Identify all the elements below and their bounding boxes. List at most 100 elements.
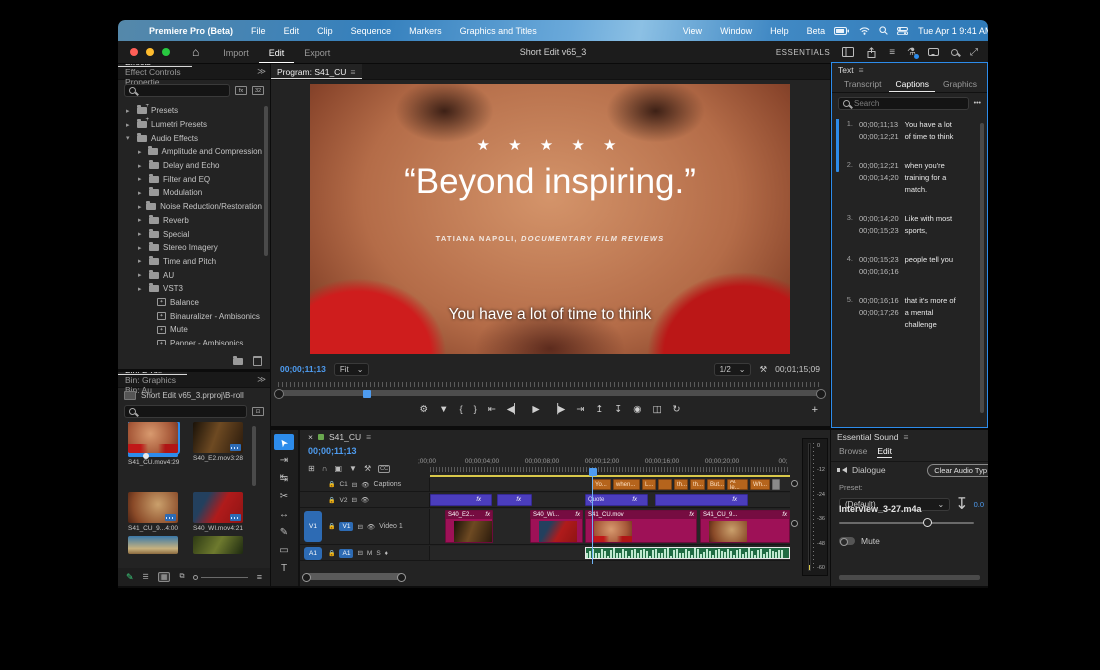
thumbnail-zoom-slider[interactable]	[193, 575, 247, 580]
go-to-out-icon[interactable]: ⇥	[576, 404, 584, 415]
workspaces-label[interactable]: ESSENTIALS	[776, 48, 830, 57]
caption-clip[interactable]: th...	[674, 479, 688, 490]
clip-thumbnail[interactable]	[128, 536, 178, 554]
program-playhead[interactable]	[363, 390, 371, 398]
panel-layout-icon[interactable]	[842, 47, 854, 57]
effects-tree-item[interactable]: ✦ Binauralizer - Ambisonics	[118, 309, 262, 323]
text-subtab[interactable]: S4	[985, 77, 988, 92]
accelerated-effects-icon[interactable]: fx	[235, 86, 247, 95]
timeline-playhead[interactable]	[592, 468, 593, 564]
clip-thumbnail[interactable]	[128, 492, 178, 523]
list-view-icon[interactable]: ☰	[143, 573, 149, 581]
clip-thumbnail[interactable]	[193, 422, 243, 453]
ripple-edit-tool[interactable]: ↹	[274, 470, 294, 486]
effects-search-input[interactable]	[124, 84, 230, 97]
graphic-clip[interactable]: Quotefx	[585, 494, 648, 506]
track-a1-target[interactable]: A1	[339, 549, 353, 558]
track-c1-label[interactable]: C1	[339, 481, 347, 488]
clear-audio-type-button[interactable]: Clear Audio Typ	[927, 464, 988, 477]
sync-icon[interactable]: ⊟	[352, 481, 357, 489]
thirtytwo-bit-icon[interactable]: 32	[252, 86, 264, 95]
caption-clip[interactable]: th...	[690, 479, 705, 490]
track-visibility-icon[interactable]: 👁	[361, 496, 369, 504]
menu-item[interactable]: Premiere Pro (Beta)	[140, 26, 242, 36]
track-v1-target[interactable]: V1	[339, 522, 353, 531]
caption-clip[interactable]	[772, 479, 780, 490]
edit-pencil-icon[interactable]: ✎	[126, 572, 134, 583]
bin-tab[interactable]: Bin: Graphics	[118, 375, 187, 385]
rectangle-tool[interactable]: ▭	[274, 542, 294, 558]
effects-tree-item[interactable]: ▸ Lumetri Presets	[118, 118, 262, 132]
effects-tree-item[interactable]: ▸ Stereo Imagery	[118, 241, 262, 255]
program-scrubber[interactable]	[278, 382, 822, 398]
export-frame-icon[interactable]: ◉	[633, 404, 641, 415]
video-clip[interactable]: S41_CU_9...fx	[700, 510, 790, 543]
captions-search-input[interactable]: Search	[838, 97, 969, 110]
step-back-icon[interactable]: ◀▏	[507, 404, 522, 415]
battery-icon[interactable]	[834, 27, 850, 35]
wifi-icon[interactable]	[859, 27, 870, 35]
menu-item[interactable]: File	[242, 26, 275, 36]
bin-up-icon[interactable]	[124, 391, 136, 400]
close-sequence-icon[interactable]: ×	[308, 432, 313, 442]
tab-overflow-icon[interactable]: ≫	[257, 374, 270, 385]
slip-tool[interactable]: ↔	[274, 506, 294, 522]
control-center-icon[interactable]	[897, 27, 908, 35]
caption-row[interactable]: 4. 00;00;15;23 00;00;16;16 people tell y…	[836, 254, 977, 278]
panel-menu-icon[interactable]: ≡	[859, 65, 864, 75]
menu-item[interactable]: Edit	[275, 26, 309, 36]
captions-settings-icon[interactable]: CC	[378, 465, 390, 473]
fullscreen-icon[interactable]: ⤢	[970, 47, 978, 58]
chat-icon[interactable]	[928, 48, 939, 56]
effects-tree-item[interactable]: ✦ Panner - Ambisonics	[118, 337, 262, 345]
sequence-name[interactable]: S41_CU	[329, 432, 361, 442]
timeline-settings-icon[interactable]: ⚒	[364, 464, 371, 473]
graphic-clip[interactable]: fx	[655, 494, 748, 506]
extract-icon[interactable]: ↧	[614, 404, 622, 415]
effects-tree-item[interactable]: ▸ VST3	[118, 282, 262, 296]
menu-item[interactable]: Sequence	[342, 26, 401, 36]
more-options-icon[interactable]: •••	[974, 100, 981, 107]
timeline-vertical-scrollbar[interactable]	[792, 480, 798, 560]
add-marker-icon[interactable]: ▼	[349, 464, 357, 473]
menubar-clock[interactable]: Tue Apr 1 9:41 AM	[918, 26, 988, 36]
menu-item[interactable]: Markers	[400, 26, 451, 36]
effects-tree-item[interactable]: ▸ Time and Pitch	[118, 255, 262, 269]
source-patch-a1[interactable]: A1	[304, 547, 322, 560]
menu-item[interactable]: Window	[711, 26, 761, 36]
program-tab[interactable]: Program: S41_CU≡	[270, 64, 362, 79]
program-settings-wrench-icon[interactable]: ⚒	[759, 364, 767, 375]
caption-clip[interactable]	[658, 479, 672, 490]
menu-item[interactable]: Clip	[308, 26, 342, 36]
linked-selection-icon[interactable]: ▣	[334, 464, 342, 473]
solo-track-button[interactable]: S	[376, 550, 380, 557]
new-custom-bin-icon[interactable]	[233, 358, 243, 365]
workspace-tab[interactable]: Edit	[259, 44, 295, 63]
caption-clip[interactable]: At le...	[727, 479, 748, 490]
effects-scrollbar[interactable]	[264, 106, 268, 256]
step-forward-icon[interactable]: ▕▶	[551, 404, 566, 415]
fit-dropdown[interactable]: Fit⌄	[334, 363, 370, 376]
effects-tree-item[interactable]: ▸ Reverb	[118, 214, 262, 228]
video-track-v2[interactable]: 🔒 V2 ⊟ 👁 fxfxQuotefxfx	[300, 493, 790, 508]
save-preset-icon[interactable]: ↧	[955, 494, 968, 514]
caption-clip[interactable]: Yo...	[592, 479, 611, 490]
graphic-clip[interactable]: fx	[497, 494, 532, 506]
program-timecode[interactable]: 00;00;11;13	[280, 364, 326, 374]
slider-knob[interactable]	[923, 518, 932, 527]
text-subtab[interactable]: Graphics	[937, 77, 983, 92]
video-clip[interactable]: S40_Wi...fx	[530, 510, 583, 543]
audio-clip[interactable]	[585, 547, 790, 559]
effects-tree-item[interactable]: ✦ Mute	[118, 323, 262, 337]
bin-clip-item[interactable]: S40_E2.mov3:28	[193, 422, 243, 488]
go-to-in-icon[interactable]: ⇤	[488, 404, 496, 415]
caption-track[interactable]: 🔒 C1 ⊟ 👁 Captions Yo...when...L...th...t…	[300, 478, 790, 492]
freeform-view-icon[interactable]: ⧉	[179, 573, 184, 581]
voiceover-mic-icon[interactable]: ♦	[385, 550, 388, 557]
effects-tree-item[interactable]: ▾ Audio Effects	[118, 131, 262, 145]
lock-icon[interactable]: 🔒	[328, 497, 335, 504]
mute-toggle[interactable]	[839, 537, 855, 545]
clip-thumbnail[interactable]	[193, 492, 243, 523]
graphic-clip[interactable]: fx	[430, 494, 492, 506]
thumb-scrubber[interactable]	[128, 454, 178, 457]
